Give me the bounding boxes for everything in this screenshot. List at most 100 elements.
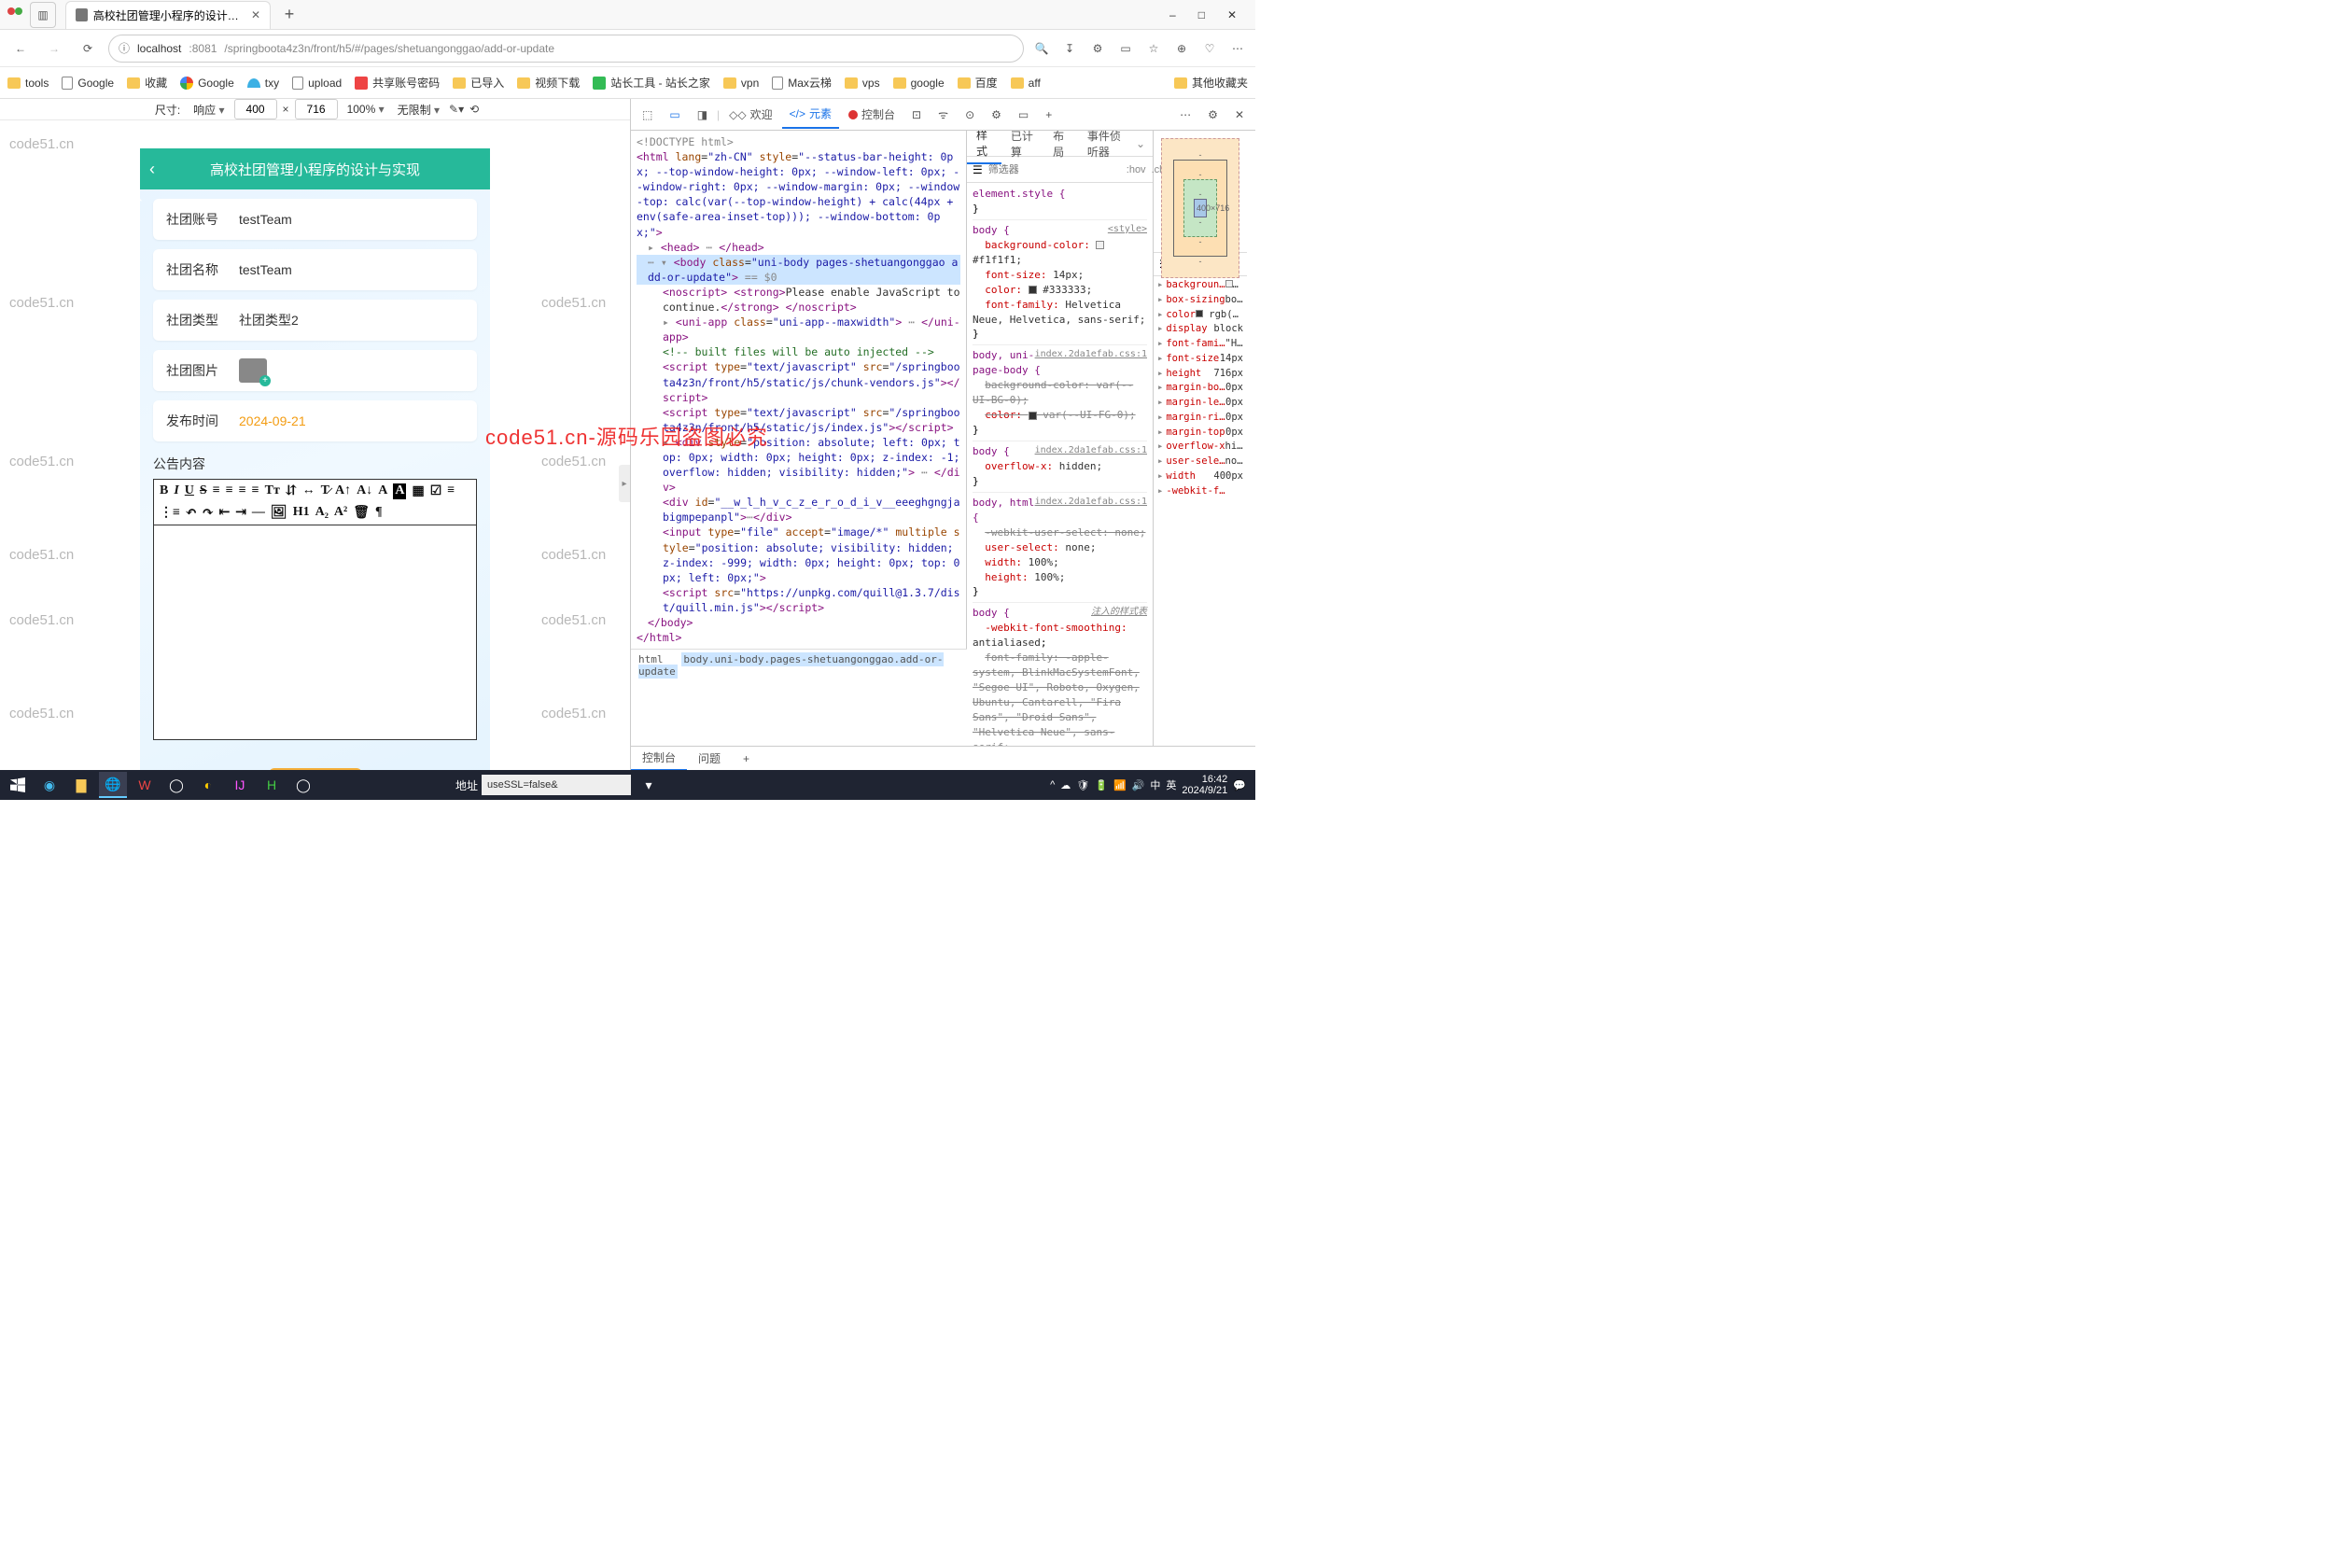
hov-toggle[interactable]: :hov (1127, 164, 1146, 175)
reading-list-icon[interactable]: ▭ (1115, 38, 1136, 59)
bookmark-other[interactable]: 其他收藏夹 (1174, 75, 1248, 91)
close-tab-icon[interactable]: ✕ (251, 8, 260, 21)
search-icon[interactable]: 🔍 (1031, 38, 1052, 59)
collections-icon[interactable]: ⊕ (1171, 38, 1192, 59)
tool-icon-1[interactable]: ⊡ (904, 103, 929, 127)
editor-date-icon[interactable]: ▦ (412, 483, 424, 499)
reload-button[interactable]: ⟳ (75, 35, 101, 62)
bookmark-google1[interactable]: Google (62, 77, 114, 90)
editor-bgcolor-icon[interactable]: A (393, 483, 406, 499)
box-model[interactable]: - - - 400×716 - - - (1154, 131, 1247, 252)
editor-redo-icon[interactable]: ↷ (203, 505, 214, 521)
tab-welcome[interactable]: ◇◇欢迎 (721, 101, 779, 128)
bookmark-vps[interactable]: vps (845, 77, 880, 90)
editor-textarea[interactable] (154, 525, 476, 739)
styles-expand-icon[interactable]: ⌄ (1136, 137, 1153, 150)
editor-ul-icon[interactable]: ⋮≡ (160, 505, 180, 521)
tray-wifi-icon[interactable]: 📶 (1113, 779, 1127, 791)
device-throttle[interactable]: 无限制 ▾ (394, 100, 443, 119)
device-mode-icon[interactable]: ▭ (662, 103, 687, 127)
bookmark-google3[interactable]: google (893, 77, 945, 90)
app-back-button[interactable]: ‹ (149, 160, 155, 179)
editor-image-icon[interactable]: 🖼 (271, 505, 287, 521)
tab-overview-button[interactable]: ▥ (30, 2, 56, 28)
tray-cloud-icon[interactable]: ☁ (1060, 779, 1071, 791)
editor-undo-icon[interactable]: ↶ (186, 505, 197, 521)
forward-button[interactable]: → (41, 35, 67, 62)
editor-fontsize-icon[interactable]: Tᴛ (265, 483, 280, 499)
field-shetuan-acct[interactable]: 社团账号 testTeam (153, 199, 477, 240)
bookmark-vpn[interactable]: vpn (723, 77, 759, 90)
bookmark-webmaster[interactable]: 站长工具 - 站长之家 (593, 75, 710, 91)
task-edge[interactable]: 🌐 (99, 772, 127, 798)
editor-fontcolor-icon[interactable]: A (378, 483, 387, 499)
favorites-icon[interactable]: ☆ (1143, 38, 1164, 59)
sync-icon[interactable]: ♡ (1199, 38, 1220, 59)
rich-text-editor[interactable]: B I U S ≡ ≡ ≡ ≡ Tᴛ ⇵ ↔ T̷ A↑ (153, 479, 477, 740)
devtools-more-icon[interactable]: ⋯ (1172, 103, 1198, 127)
start-button[interactable] (4, 772, 32, 798)
task-app2[interactable]: H (258, 772, 286, 798)
field-shetuan-type[interactable]: 社团类型 社团类型2 (153, 300, 477, 341)
tab-elements[interactable]: </> 元素 (782, 100, 839, 129)
new-tab-button[interactable]: + (278, 5, 301, 24)
editor-sup-icon[interactable]: A² (334, 505, 347, 521)
devtools-close-icon[interactable]: ✕ (1227, 103, 1252, 127)
task-chrome2[interactable]: ◯ (289, 772, 317, 798)
bookmark-upload[interactable]: upload (292, 77, 342, 90)
downloads-icon[interactable]: ↧ (1059, 38, 1080, 59)
site-info-icon[interactable]: ⓘ (119, 40, 130, 56)
editor-align-center-icon[interactable]: ≡ (226, 483, 233, 499)
task-chrome[interactable]: ◯ (162, 772, 190, 798)
drawer-console-tab[interactable]: 控制台 (631, 746, 687, 770)
bookmark-baidu[interactable]: 百度 (958, 75, 998, 91)
tool-icon-5[interactable]: ▭ (1011, 103, 1036, 127)
editor-sub-icon[interactable]: A₂ (315, 505, 329, 521)
browser-tab[interactable]: 高校社团管理小程序的设计与实现 ✕ (65, 1, 271, 29)
submit-button[interactable]: 提交 (269, 768, 362, 770)
field-publish-date[interactable]: 发布时间 2024-09-21 (153, 400, 477, 441)
device-rotate-icon[interactable]: ⟲ (469, 103, 479, 116)
addr-dropdown[interactable]: ▾ (635, 772, 663, 798)
close-window-button[interactable]: ✕ (1227, 8, 1237, 21)
tool-icon-4[interactable]: ⚙ (984, 103, 1009, 127)
tray-notifications-icon[interactable]: 💬 (1233, 779, 1246, 791)
field-shetuan-name[interactable]: 社团名称 testTeam (153, 249, 477, 290)
inspect-icon[interactable]: ⬚ (635, 103, 660, 127)
computed-properties[interactable]: ▸backgroun… rgb(241… ▸box-sizingborder-b… (1154, 276, 1247, 746)
editor-align-left-icon[interactable]: ≡ (213, 483, 220, 499)
add-tab-button[interactable]: + (1038, 103, 1059, 127)
profile-button[interactable] (7, 7, 22, 22)
address-bar[interactable]: ⓘ localhost:8081/springboota4z3n/front/h… (108, 35, 1024, 63)
tool-icon-2[interactable]: ᯤ (931, 101, 956, 128)
editor-trash-icon[interactable]: 🗑 (353, 505, 370, 521)
bookmark-google2[interactable]: Google (180, 77, 234, 90)
device-eyedropper-icon[interactable]: ✎▾ (449, 103, 464, 116)
device-responsive[interactable]: 响应 ▾ (189, 100, 228, 119)
extensions-icon[interactable]: ⚙ (1087, 38, 1108, 59)
editor-fontsize-down-icon[interactable]: A↓ (357, 483, 372, 499)
editor-italic-icon[interactable]: I (174, 483, 178, 499)
drawer-add-tab[interactable]: + (732, 749, 761, 769)
bookmark-imported[interactable]: 已导入 (453, 75, 504, 91)
field-shetuan-image[interactable]: 社团图片 (153, 350, 477, 391)
resize-handle[interactable]: ▸ (619, 465, 630, 502)
image-upload-icon[interactable] (239, 358, 267, 383)
back-button[interactable]: ← (7, 35, 34, 62)
tray-security-icon[interactable]: 🛡 (1076, 779, 1089, 791)
bookmark-max[interactable]: Max云梯 (772, 75, 832, 91)
editor-align-justify-icon[interactable]: ≡ (252, 483, 259, 499)
editor-outdent-icon[interactable]: ⇤ (218, 505, 230, 521)
dock-icon[interactable]: ◨ (690, 103, 715, 127)
editor-strike-icon[interactable]: S (200, 483, 207, 499)
maximize-button[interactable]: □ (1198, 8, 1205, 21)
dom-breadcrumb[interactable]: html body.uni-body.pages-shetuangonggao.… (631, 649, 967, 671)
task-browser1[interactable]: ◉ (35, 772, 63, 798)
editor-listcheck-icon[interactable]: ☑ (430, 483, 442, 499)
editor-h1-icon[interactable]: H1 (293, 505, 310, 521)
device-zoom[interactable]: 100% ▾ (343, 101, 388, 118)
bookmark-aff[interactable]: aff (1011, 77, 1041, 90)
tray-clock[interactable]: 16:422024/9/21 (1182, 774, 1227, 796)
dom-tree[interactable]: <!DOCTYPE html> <html lang="zh-CN" style… (631, 131, 967, 649)
editor-hr-icon[interactable]: — (252, 505, 265, 521)
